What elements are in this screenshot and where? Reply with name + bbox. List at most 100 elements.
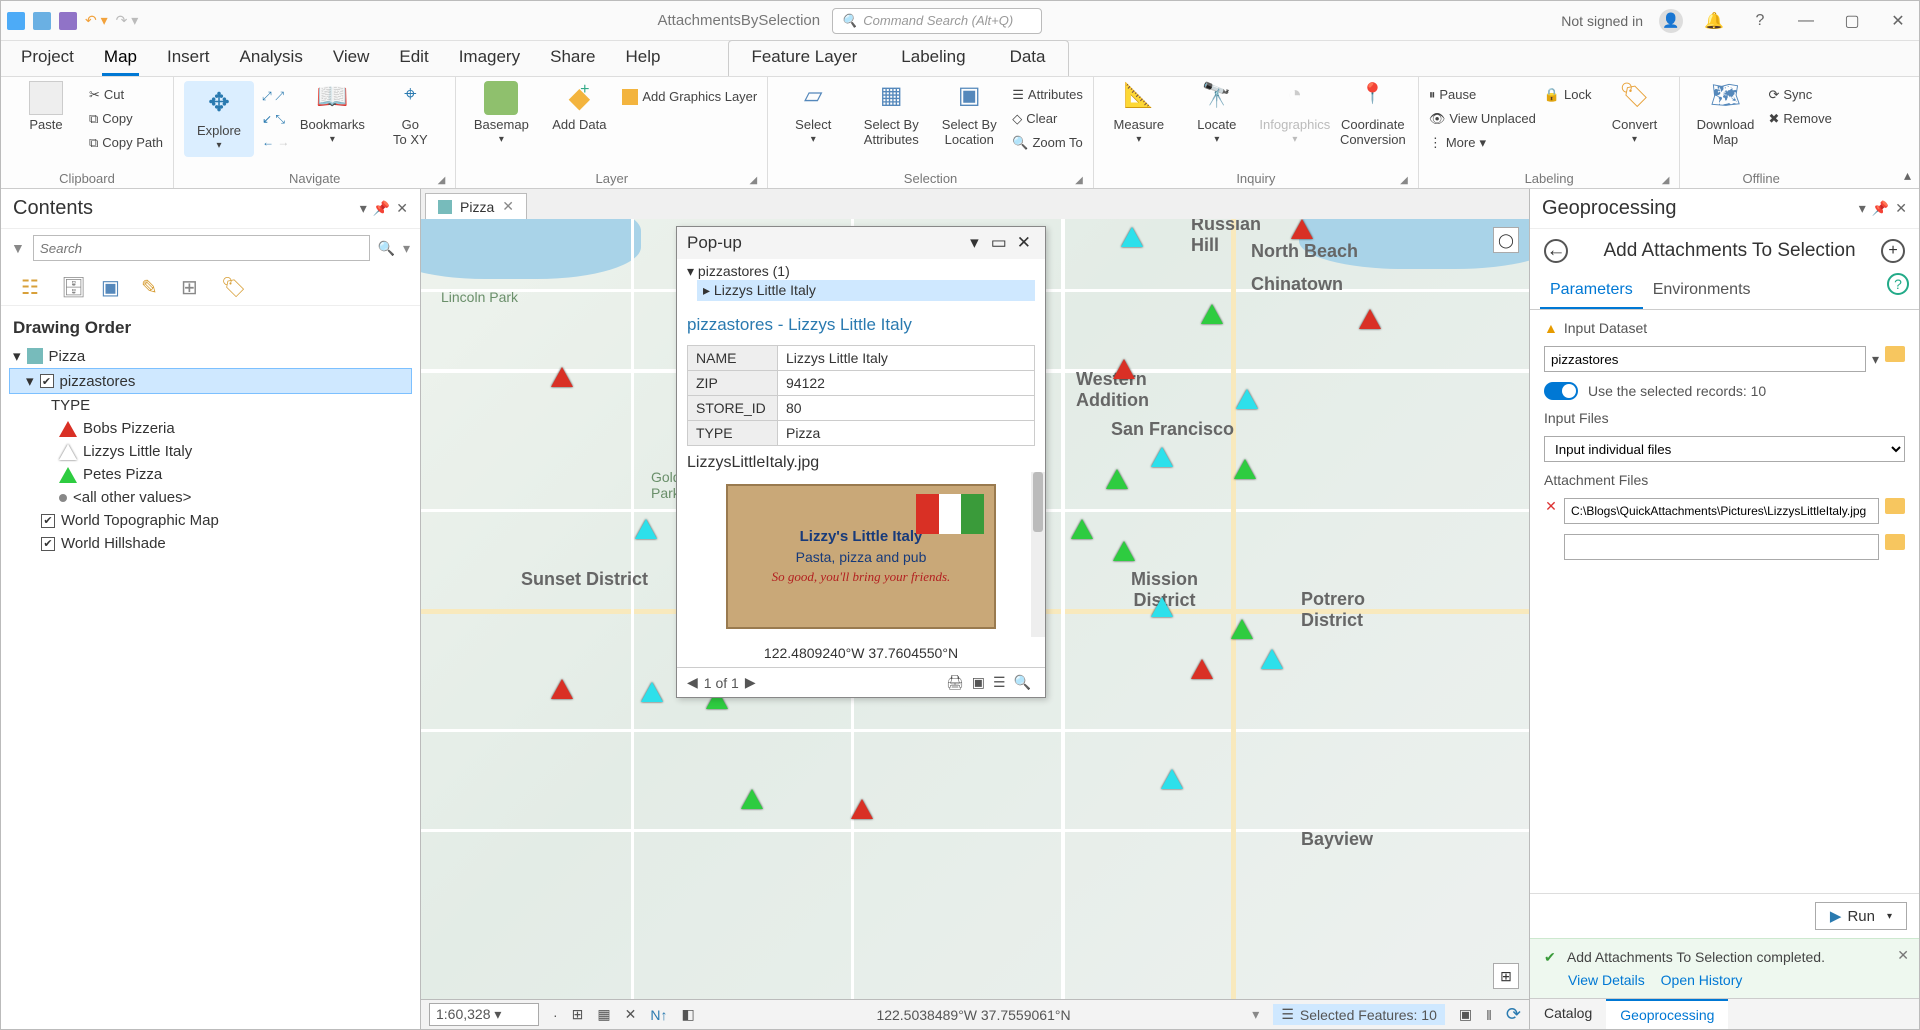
popup-prev-button[interactable]: ◀ [687, 674, 698, 691]
map-marker[interactable] [551, 679, 573, 699]
drawing-order-view-icon[interactable]: ☷ [21, 275, 43, 297]
popup-close-button[interactable]: ✕ [1017, 233, 1031, 253]
user-icon[interactable]: 👤 [1659, 9, 1683, 33]
geoprocessing-tab[interactable]: Geoprocessing [1606, 999, 1728, 1029]
pause-labels-button[interactable]: ⏸ Pause [1429, 85, 1476, 105]
attributes-button[interactable]: ☰ Attributes [1012, 85, 1083, 105]
map-marker[interactable] [1151, 447, 1173, 467]
prev-next-icon[interactable]: ← → [262, 135, 289, 149]
popup-options-button[interactable]: ▾ [970, 233, 979, 253]
measure-button[interactable]: 📐Measure▾ [1104, 81, 1174, 145]
selection-view-icon[interactable]: ▣ [101, 275, 123, 297]
maximize-button[interactable]: ▢ [1837, 11, 1867, 31]
tab-parameters[interactable]: Parameters [1540, 273, 1643, 309]
input-files-select[interactable]: Input individual files [1544, 436, 1905, 462]
map-canvas[interactable]: San Francisco Mission District Russian H… [421, 219, 1529, 999]
attachment-file-field[interactable] [1564, 498, 1879, 524]
dismiss-message-button[interactable]: ✕ [1897, 947, 1909, 964]
data-source-view-icon[interactable]: 🗄 [61, 275, 83, 297]
notifications-icon[interactable]: 🔔 [1699, 11, 1729, 31]
signin-status[interactable]: Not signed in [1561, 13, 1643, 29]
status-icon[interactable]: N↑ [650, 1007, 667, 1023]
status-icon[interactable]: ✕ [625, 1006, 637, 1023]
editing-view-icon[interactable]: ✎ [141, 275, 163, 297]
tab-environments[interactable]: Environments [1643, 273, 1761, 309]
map-node[interactable]: ▾Pizza [9, 344, 412, 368]
zoom-to-button[interactable]: 🔍 Zoom To [1012, 133, 1083, 153]
explore-button[interactable]: ✥Explore▾ [184, 81, 254, 157]
full-extent-icon[interactable]: ⤢ ↗ [262, 89, 285, 104]
popup-print-button[interactable]: 🖨 [946, 674, 964, 691]
more-labeling-button[interactable]: ⋮ More ▾ [1429, 133, 1486, 153]
map-marker[interactable] [1151, 597, 1173, 617]
copy-button[interactable]: ⧉ Copy [89, 109, 133, 129]
map-marker[interactable] [1234, 459, 1256, 479]
new-project-icon[interactable] [7, 12, 25, 30]
select-button[interactable]: ▱Select▾ [778, 81, 848, 145]
popup-feature-item[interactable]: ▸ Lizzys Little Italy [697, 280, 1035, 301]
popup-select-button[interactable]: ▣ [972, 674, 985, 691]
map-marker[interactable] [1231, 619, 1253, 639]
open-project-icon[interactable] [33, 12, 51, 30]
dialog-launcher-icon[interactable]: ◢ [1400, 175, 1408, 186]
browse-button[interactable] [1885, 498, 1905, 514]
autohide-button[interactable]: 📌 [373, 200, 390, 217]
navigator-button[interactable]: ◯ [1493, 227, 1519, 253]
convert-labels-button[interactable]: 🏷Convert▾ [1599, 81, 1669, 145]
layer-topo[interactable]: ✔World Topographic Map [9, 509, 412, 532]
tab-project[interactable]: Project [19, 41, 76, 76]
infographics-button[interactable]: ◔Infographics▾ [1260, 81, 1330, 145]
tab-map[interactable]: Map [102, 41, 139, 76]
close-pane-button[interactable]: ✕ [1895, 200, 1907, 217]
add-data-button[interactable]: ◆+Add Data [544, 81, 614, 132]
symbol-petes[interactable]: Petes Pizza [9, 463, 412, 486]
scale-input[interactable]: 1:60,328 ▾ [429, 1003, 539, 1026]
gotoxy-button[interactable]: ⌖Go To XY [375, 81, 445, 147]
filter-icon[interactable]: ▼ [11, 240, 25, 256]
popup-scrollbar[interactable] [1031, 472, 1045, 637]
tool-help-button[interactable]: ? [1887, 273, 1909, 295]
refresh-button[interactable]: ⟳ [1506, 1004, 1521, 1025]
popup-menu-button[interactable]: ☰ [993, 674, 1006, 691]
tab-view[interactable]: View [331, 41, 372, 76]
popup-next-button[interactable]: ▶ [745, 674, 756, 691]
clear-selection-button[interactable]: ◇ Clear [1012, 109, 1057, 129]
layer-hillshade[interactable]: ✔World Hillshade [9, 532, 412, 555]
layer-pizzastores[interactable]: ▾✔pizzastores [9, 368, 412, 394]
view-details-link[interactable]: View Details [1568, 972, 1645, 988]
snapping-view-icon[interactable]: ⊞ [181, 275, 203, 297]
status-icon[interactable]: ◧ [682, 1006, 695, 1023]
coord-conversion-button[interactable]: 📍Coordinate Conversion [1338, 81, 1408, 147]
paste-button[interactable]: Paste [11, 81, 81, 132]
map-marker[interactable] [1161, 769, 1183, 789]
run-button[interactable]: ▶Run▾ [1815, 902, 1907, 930]
tab-labeling[interactable]: Labeling [879, 41, 987, 76]
add-graphics-layer-button[interactable]: Add Graphics Layer [622, 81, 757, 107]
minimize-button[interactable]: — [1791, 12, 1821, 30]
map-marker[interactable] [1359, 309, 1381, 329]
map-marker[interactable] [1261, 649, 1283, 669]
map-marker[interactable] [1113, 359, 1135, 379]
dialog-launcher-icon[interactable]: ◢ [750, 175, 758, 186]
collapse-ribbon-button[interactable]: ▴ [1904, 167, 1911, 184]
map-marker[interactable] [1106, 469, 1128, 489]
download-map-button[interactable]: 🗺Download Map [1690, 81, 1760, 147]
autohide-button[interactable]: 📌 [1872, 200, 1889, 217]
select-by-attributes-button[interactable]: ▦Select By Attributes [856, 81, 926, 147]
popup-zoom-button[interactable]: 🔍 [1014, 674, 1031, 691]
save-icon[interactable] [59, 12, 77, 30]
map-marker[interactable] [1113, 541, 1135, 561]
undo-button[interactable]: ↶ ▾ [85, 12, 108, 29]
map-marker[interactable] [1201, 304, 1223, 324]
tab-insert[interactable]: Insert [165, 41, 212, 76]
symbol-other[interactable]: <all other values> [9, 486, 412, 509]
map-tab[interactable]: Pizza✕ [425, 193, 527, 219]
tab-edit[interactable]: Edit [397, 41, 430, 76]
close-button[interactable]: ✕ [1883, 11, 1913, 31]
open-history-link[interactable]: Open History [1661, 972, 1743, 988]
map-marker[interactable] [741, 789, 763, 809]
map-marker[interactable] [635, 519, 657, 539]
popup-attachment-image[interactable]: Lizzy's Little Italy Pasta, pizza and pu… [726, 484, 996, 629]
tab-analysis[interactable]: Analysis [238, 41, 305, 76]
map-marker[interactable] [1236, 389, 1258, 409]
